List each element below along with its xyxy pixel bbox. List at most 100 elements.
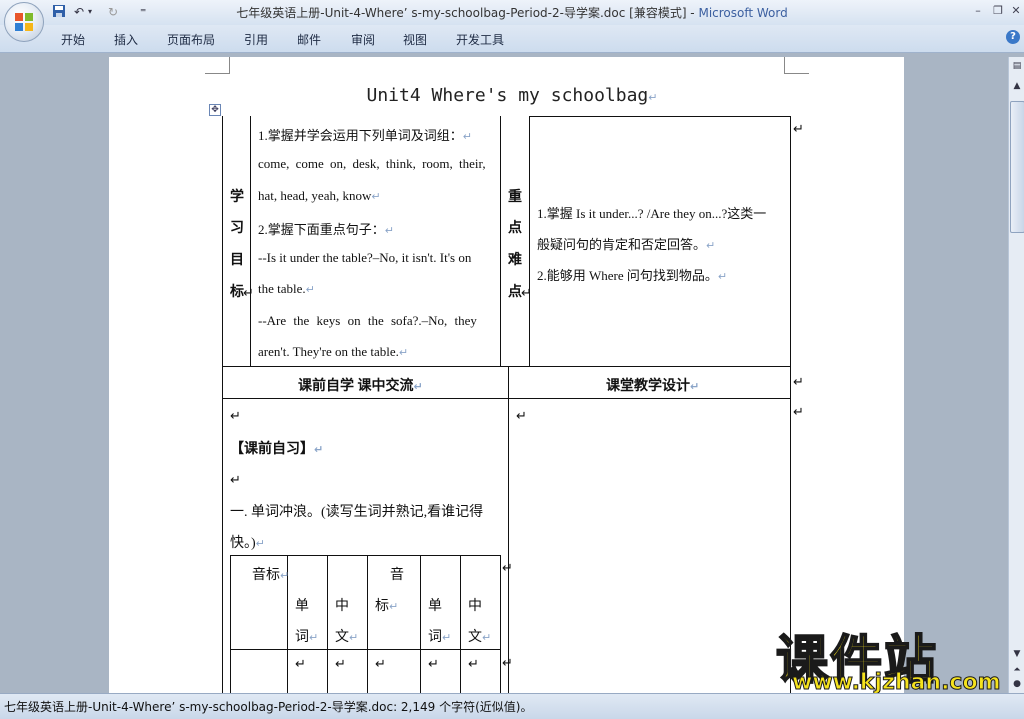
status-text: 七年级英语上册-Unit-4-Where’ s-my-schoolbag-Per…	[4, 700, 533, 714]
document-title: 七年级英语上册-Unit-4-Where’ s-my-schoolbag-Per…	[236, 6, 699, 20]
goal-line: hat, head, yeah, know↵	[258, 188, 381, 203]
paragraph-mark: ↵	[521, 285, 532, 300]
paragraph-mark: ↵	[516, 408, 527, 423]
goals-header: 学	[230, 190, 244, 205]
vocab-header-word: 单	[428, 599, 442, 614]
cell-end-mark: ↵	[295, 656, 306, 671]
scroll-thumb[interactable]	[1010, 101, 1024, 233]
vocab-header-chinese: 文↵	[468, 630, 492, 645]
cell-end-mark: ↵	[468, 656, 479, 671]
difficulty-line: 1.掌握 Is it under...? /Are they on...?这类一	[537, 206, 767, 221]
vocab-header-word: 词↵	[428, 630, 452, 645]
table-border	[529, 116, 530, 366]
vocab-table-border	[367, 555, 368, 693]
goal-line: 1.掌握并学会运用下列单词及词组：↵	[258, 128, 472, 143]
document-page	[109, 57, 904, 697]
tab-developer[interactable]: 开发工具	[456, 31, 504, 48]
help-icon[interactable]: ?	[1006, 30, 1020, 44]
table-border	[222, 116, 223, 693]
tab-insert[interactable]: 插入	[114, 31, 138, 48]
table-border	[222, 366, 791, 367]
watermark-url: www.kjzhan.com	[792, 670, 1002, 696]
ruler-toggle-icon[interactable]: ▤	[1010, 59, 1024, 73]
crop-mark	[784, 57, 785, 74]
browse-object-icon[interactable]: ●	[1010, 677, 1024, 691]
table-border	[500, 116, 501, 366]
status-bar: 七年级英语上册-Unit-4-Where’ s-my-schoolbag-Per…	[0, 693, 1024, 719]
tab-references[interactable]: 引用	[244, 31, 268, 48]
crop-mark	[205, 73, 230, 74]
goal-line: aren't. They're on the table.↵	[258, 344, 409, 359]
goal-line: 2.掌握下面重点句子：↵	[258, 222, 394, 237]
row-end-mark: ↵	[502, 655, 513, 670]
goals-header: 目	[230, 253, 244, 268]
window-title: 七年级英语上册-Unit-4-Where’ s-my-schoolbag-Per…	[0, 4, 1024, 21]
table-border	[222, 398, 791, 399]
difficulty-line: 2.能够用 Where 问句找到物品。↵	[537, 268, 728, 283]
row-end-mark: ↵	[793, 121, 804, 136]
difficulty-header: 点	[508, 221, 522, 236]
row-end-mark: ↵	[793, 404, 804, 419]
exercise-1-instructions: 快。)↵	[230, 536, 265, 551]
vocab-header-phonetic: 标↵	[375, 599, 399, 614]
paragraph-mark: ↵	[648, 91, 658, 104]
right-section-header: 课堂教学设计↵	[606, 379, 700, 394]
goal-line: --Is it under the table?–No, it isn't. I…	[258, 250, 472, 265]
cell-end-mark: ↵	[428, 656, 439, 671]
close-button[interactable]: ✕	[1008, 3, 1024, 19]
tab-home[interactable]: 开始	[61, 31, 85, 48]
crop-mark	[229, 57, 230, 74]
goal-line: come, come on, desk, think, room, their,	[258, 156, 486, 171]
left-section-header: 课前自学 课中交流↵	[298, 379, 423, 394]
scroll-down-icon[interactable]: ▼	[1010, 647, 1024, 661]
row-end-mark: ↵	[793, 374, 804, 389]
cell-end-mark: ↵	[375, 656, 386, 671]
title-bar: ↶ ▾ ↻ ⁼ 七年级英语上册-Unit-4-Where’ s-my-schoo…	[0, 0, 1024, 25]
tab-review[interactable]: 审阅	[351, 31, 375, 48]
tab-view[interactable]: 视图	[403, 31, 427, 48]
goal-line: the table.↵	[258, 281, 315, 296]
previous-page-icon[interactable]: ⏶	[1010, 663, 1024, 677]
vocab-table-border	[500, 555, 501, 693]
restore-button[interactable]: ❐	[990, 3, 1006, 19]
crop-mark	[784, 73, 809, 74]
table-border	[529, 116, 791, 117]
vocab-table-border	[460, 555, 461, 693]
office-button[interactable]	[4, 2, 44, 42]
tab-mailings[interactable]: 邮件	[297, 31, 321, 48]
vocab-header-word: 词↵	[295, 630, 319, 645]
vocab-header-phonetic: 音标↵	[252, 568, 290, 583]
difficulty-header: 难	[508, 253, 522, 268]
vocab-table-border	[420, 555, 421, 693]
table-border	[508, 366, 509, 693]
vocab-header-chinese: 中	[335, 599, 349, 614]
goal-line: --Are the keys on the sofa?.–No, they	[258, 313, 477, 328]
table-border	[790, 116, 791, 693]
doc-title: Unit4 Where's my schoolbag↵	[0, 85, 1024, 106]
minimize-button[interactable]: –	[970, 3, 986, 19]
paragraph-mark: ↵	[243, 285, 254, 300]
exercise-1-instructions: 一. 单词冲浪。(读写生词并熟记,看谁记得	[230, 505, 484, 520]
paragraph-mark: ↵	[230, 472, 241, 487]
vocab-table-border	[230, 555, 231, 693]
vocab-header-phonetic: 音	[390, 568, 404, 583]
doc-title-text: Unit4 Where's my schoolbag	[366, 85, 649, 106]
cell-end-mark: ↵	[335, 656, 346, 671]
table-border	[250, 116, 251, 366]
difficulty-header: 重	[508, 190, 522, 205]
self-study-title: 【课前自习】↵	[230, 442, 324, 457]
goals-header: 标	[230, 285, 244, 300]
ribbon-tabs: 开始 插入 页面布局 引用 邮件 审阅 视图 开发工具	[0, 25, 1024, 53]
app-name: Microsoft Word	[698, 6, 788, 20]
office-logo-icon	[15, 13, 33, 31]
difficulty-header: 点	[508, 285, 522, 300]
table-move-handle-icon[interactable]: ✥	[209, 104, 221, 116]
vocab-header-word: 单	[295, 599, 309, 614]
paragraph-mark: ↵	[230, 408, 241, 423]
vertical-scrollbar[interactable]: ▤ ▲ ▼ ⏶ ●	[1008, 57, 1024, 693]
scroll-up-icon[interactable]: ▲	[1010, 79, 1024, 93]
vocab-header-chinese: 中	[468, 599, 482, 614]
tab-page-layout[interactable]: 页面布局	[167, 31, 215, 48]
row-end-mark: ↵	[502, 560, 513, 575]
vocab-header-chinese: 文↵	[335, 630, 359, 645]
